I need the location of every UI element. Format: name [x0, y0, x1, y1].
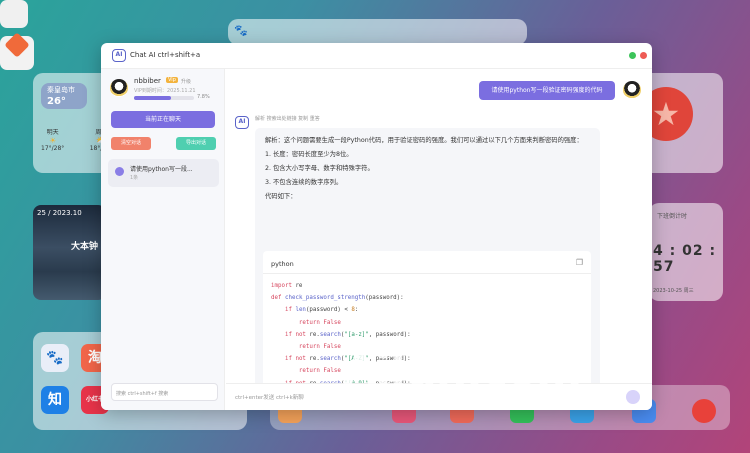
user-avatar [623, 81, 641, 99]
sidebar: nbbiber Vip 升级 VIP到期时间：2025.11.21 7.8% 当… [101, 69, 225, 410]
usage-label: 7.8% [197, 94, 210, 100]
chat-bubble-icon [115, 167, 124, 176]
photo-date: 25 / 2023.10 [37, 209, 82, 217]
ai-point: 1. 长度：密码长度至少为8位。 [265, 151, 353, 158]
maximize-button[interactable] [629, 52, 636, 59]
top-search-bar[interactable]: 🐾 [228, 19, 527, 45]
user-meta: VIP到期时间：2025.11.21 [134, 88, 196, 94]
ai-intro: 解析：这个问题需要生成一段Python代码，用于验证密码的强度。我们可以通过以下… [265, 137, 583, 144]
countdown-date: 2023-10-25 周三 [653, 288, 694, 294]
photo-widget[interactable]: 25 / 2023.10 大本钟 [33, 205, 106, 300]
ai-logo-icon: AI [112, 49, 126, 62]
history-sub: 1条 [130, 175, 139, 181]
export-chat-button[interactable]: 导出对话 [176, 137, 216, 150]
upgrade-link[interactable]: 升级 [181, 78, 191, 85]
ai-point: 2. 包含大小写字母、数字和特殊字符。 [265, 165, 374, 172]
code-language: python [271, 260, 294, 268]
title-bar[interactable]: AI Chat AI ctrl+shift+a [101, 43, 652, 69]
usage-progress [134, 96, 194, 100]
ai-avatar-icon: AI [235, 116, 249, 129]
vip-badge: Vip [166, 77, 178, 83]
zhihu-app-icon[interactable]: 知 [41, 386, 69, 414]
dock-app-icon[interactable] [692, 399, 716, 423]
user-message: 请使用python写一段验证密码强度的代码 [479, 81, 615, 100]
clear-chat-button[interactable]: 清空对话 [111, 137, 151, 150]
history-item[interactable]: 请使用python写一段... 1条 [108, 159, 219, 187]
app-icon[interactable] [0, 32, 34, 70]
paw-icon: 🐾 [234, 24, 248, 37]
code-intro: 代码如下： [265, 193, 297, 200]
close-button[interactable] [640, 52, 647, 59]
ai-message-actions[interactable]: 解析 搜索出处链接 复制 重答 [255, 115, 320, 122]
weather-city: 秦皇岛市 [47, 86, 75, 94]
weather-temp: 26° [47, 96, 66, 107]
send-icon[interactable] [626, 390, 640, 404]
ai-point: 3. 不包含连续的数字序列。 [265, 179, 343, 186]
sun-icon: ☀ [49, 136, 57, 145]
sidebar-search-input[interactable]: 搜索 ctrl+shift+f 搜索 [111, 383, 218, 401]
avatar[interactable] [110, 79, 128, 97]
history-title: 请使用python写一段... [130, 166, 193, 173]
watermark: AiJuh.com [343, 345, 582, 396]
new-chat-button[interactable]: 当前正在聊天 [111, 111, 215, 128]
input-hint: ctrl+enter发送 ctrl+k新聊 [235, 395, 304, 401]
countdown-time: 4 : 02 : 57 [653, 243, 717, 275]
weather-day: 明天 ☀ 17°/28° [41, 129, 65, 152]
countdown-title: 下班倒计时 [657, 213, 688, 220]
photo-caption: 大本钟 [71, 242, 99, 252]
baidu-app-icon[interactable]: 🐾 [41, 344, 69, 372]
app-icon[interactable] [0, 0, 28, 28]
countdown-widget[interactable]: 下班倒计时 4 : 02 : 57 2023-10-25 周三 [649, 203, 723, 301]
weather-current: 秦皇岛市 26° [41, 83, 87, 109]
username: nbbiber [134, 77, 161, 85]
copy-icon[interactable]: ❐ [576, 258, 583, 267]
window-title: Chat AI ctrl+shift+a [130, 51, 201, 59]
